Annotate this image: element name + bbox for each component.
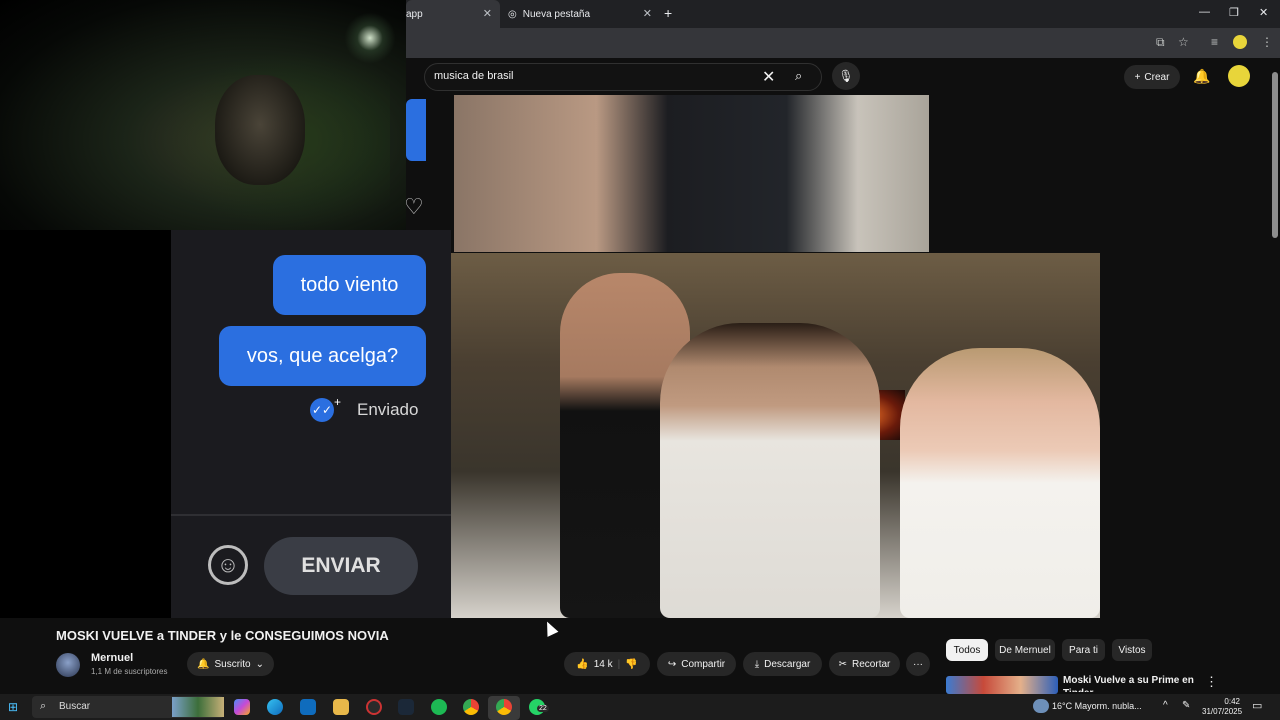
video-player[interactable] xyxy=(450,253,1100,618)
download-icon: ⤓ xyxy=(754,658,760,670)
create-label: Crear xyxy=(1144,71,1170,83)
chat-left-background xyxy=(0,230,171,618)
cast-icon[interactable]: ⧉ xyxy=(1156,35,1165,50)
like-count: 14 k xyxy=(593,658,613,670)
chip-watched[interactable]: Vistos xyxy=(1112,639,1152,661)
like-dislike-group[interactable]: 👍 14 k | 👎 xyxy=(564,652,650,676)
notification-icon[interactable]: ▭ xyxy=(1252,699,1262,712)
bell-icon[interactable]: 🔔 xyxy=(1193,68,1210,85)
tab-close-icon[interactable]: ✕ xyxy=(483,7,492,20)
profile-avatar-icon[interactable] xyxy=(1233,35,1247,49)
double-check-icon: ✓✓ xyxy=(310,398,334,422)
address-bar[interactable]: ⧉ ☆ ≡ ⋮ xyxy=(406,28,1280,58)
webcam-person xyxy=(215,75,305,185)
thumbs-up-icon[interactable]: 👍 xyxy=(576,659,588,670)
taskbar-search-placeholder[interactable]: Buscar xyxy=(59,701,90,712)
search-icon: ⌕ xyxy=(40,700,47,712)
recommended-thumbnail[interactable] xyxy=(946,676,1058,694)
close-window-button[interactable]: ✕ xyxy=(1259,6,1268,19)
chip-for-you[interactable]: Para ti xyxy=(1062,639,1105,661)
video-person-right xyxy=(900,348,1100,618)
outlook-icon[interactable] xyxy=(300,699,316,715)
emoji-icon: ☺ xyxy=(208,545,248,585)
menu-kebab-icon[interactable]: ⋮ xyxy=(1261,35,1273,49)
chat-bubble-partial xyxy=(406,99,426,161)
tab-new-tab[interactable]: ◎ Nueva pestaña ✕ xyxy=(502,0,660,28)
thumbs-down-icon[interactable]: 👎 xyxy=(625,659,637,670)
chip-from-channel[interactable]: De Mernuel xyxy=(995,639,1055,661)
chrome-icon[interactable] xyxy=(463,699,479,715)
subscribed-label: Suscrito xyxy=(214,658,251,670)
webcam-string-lights xyxy=(340,8,400,68)
divider: | xyxy=(617,658,621,670)
tab-label: Nueva pestaña xyxy=(522,8,591,20)
more-actions-button[interactable]: ··· xyxy=(906,652,930,676)
chat-bubble-message: todo viento xyxy=(273,255,426,315)
subscribed-button[interactable]: 🔔 Suscrito ⌄ xyxy=(187,652,274,676)
tab-whatsapp[interactable]: app ✕ xyxy=(406,0,500,28)
plus-icon: + xyxy=(334,395,342,409)
date: 31/07/2025 xyxy=(1202,707,1243,716)
windows-start-icon[interactable]: ⊞ xyxy=(8,700,18,714)
scissors-icon: ✂ xyxy=(838,658,848,670)
clock[interactable]: 0:42 31/07/2025 xyxy=(1202,697,1243,717)
share-label: Compartir xyxy=(681,658,726,670)
webcam-overlay xyxy=(0,0,406,230)
restore-button[interactable]: ❐ xyxy=(1229,6,1239,19)
video-person-middle xyxy=(660,323,880,618)
recommended-title[interactable]: Moski Vuelve a su Prime en Tinder xyxy=(1063,674,1203,692)
file-explorer-icon[interactable] xyxy=(333,699,349,715)
mouse-cursor xyxy=(541,619,559,637)
share-icon: ↪ xyxy=(667,658,677,670)
edge-icon[interactable] xyxy=(267,699,283,715)
channel-avatar[interactable] xyxy=(56,653,80,677)
notification-badge: 22 xyxy=(537,705,549,712)
video-top-frame xyxy=(454,95,929,252)
mic-icon[interactable]: 🎙 xyxy=(832,62,860,90)
tab-label: app xyxy=(406,8,423,20)
sent-status: Enviado xyxy=(357,400,419,419)
plus-icon: + xyxy=(1134,71,1141,83)
download-label: Descargar xyxy=(764,658,811,670)
recommended-menu-icon[interactable]: ⋮ xyxy=(1205,674,1218,690)
chip-all[interactable]: Todos xyxy=(946,639,988,661)
download-button[interactable]: ⤓ Descargar xyxy=(743,652,822,676)
heart-icon: ♡ xyxy=(404,194,424,219)
search-input-value[interactable]: musica de brasil xyxy=(434,70,513,82)
chevron-down-icon: ⌄ xyxy=(255,658,264,670)
create-button[interactable]: + Crear xyxy=(1124,65,1180,89)
tray-chevron-up-icon[interactable]: ^ xyxy=(1163,700,1168,711)
search-icon[interactable]: ⌕ xyxy=(795,68,802,84)
weather-cloud-icon[interactable] xyxy=(1033,699,1049,713)
time: 0:42 xyxy=(1224,697,1240,706)
chat-bubble-message: vos, que acelga? xyxy=(219,326,426,386)
channel-name[interactable]: Mernuel xyxy=(91,652,133,664)
media-icon[interactable]: ≡ xyxy=(1211,35,1218,49)
scrollbar-thumb[interactable] xyxy=(1272,72,1278,238)
new-tab-button[interactable]: + xyxy=(664,5,672,21)
chrome-icon[interactable] xyxy=(496,699,512,715)
bookmark-star-icon[interactable]: ☆ xyxy=(1178,35,1189,49)
pen-icon[interactable]: ✎ xyxy=(1182,700,1190,711)
subscriber-count: 1,1 M de suscriptores xyxy=(91,667,168,676)
clear-search-icon[interactable]: ✕ xyxy=(762,67,775,87)
search-highlight-image xyxy=(172,697,224,717)
account-avatar[interactable] xyxy=(1228,65,1250,87)
send-button: ENVIAR xyxy=(264,537,418,595)
video-title: MOSKI VUELVE a TINDER y le CONSEGUIMOS N… xyxy=(56,628,389,643)
steam-icon[interactable] xyxy=(398,699,414,715)
weather-text[interactable]: 16°C Mayorm. nubla... xyxy=(1052,701,1142,711)
share-button[interactable]: ↪ Compartir xyxy=(657,652,736,676)
copilot-icon[interactable] xyxy=(234,699,250,715)
clip-label: Recortar xyxy=(852,658,891,670)
globe-icon: ◎ xyxy=(508,8,517,20)
app-icon[interactable] xyxy=(366,699,382,715)
tab-close-icon[interactable]: ✕ xyxy=(643,7,652,20)
spotify-icon[interactable] xyxy=(431,699,447,715)
clip-button[interactable]: ✂ Recortar xyxy=(829,652,900,676)
bell-icon: 🔔 xyxy=(197,658,210,670)
minimize-button[interactable]: — xyxy=(1199,6,1210,18)
